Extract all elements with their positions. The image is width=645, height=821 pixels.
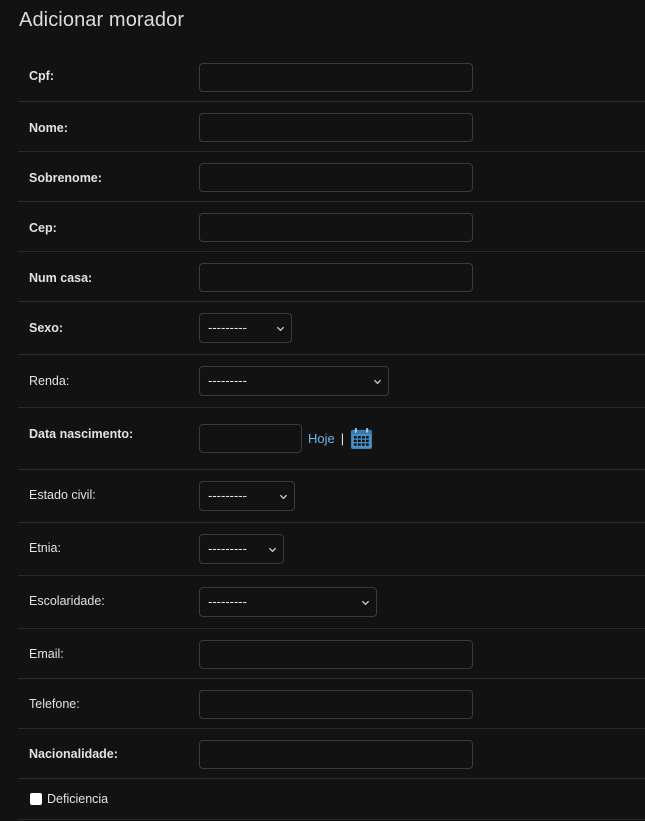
renda-selected-value: --------- — [208, 373, 247, 388]
form-row-sexo: Sexo: --------- — [18, 302, 645, 355]
today-link[interactable]: Hoje — [308, 431, 335, 446]
form-row-data-nascimento: Data nascimento: Hoje | — [18, 408, 645, 470]
sobrenome-input[interactable] — [199, 163, 473, 192]
form-row-nacionalidade: Nacionalidade: — [18, 729, 645, 779]
data-nascimento-label: Data nascimento: — [29, 427, 134, 441]
cep-label: Cep: — [29, 221, 57, 235]
etnia-selected-value: --------- — [208, 541, 247, 556]
add-resident-form: Cpf: Nome: Sobrenome: Cep: Num casa: Sex… — [18, 50, 645, 820]
sobrenome-label: Sobrenome: — [29, 171, 102, 185]
escolaridade-label: Escolaridade: — [29, 594, 105, 608]
form-row-nome: Nome: — [18, 102, 645, 152]
nome-label: Nome: — [29, 121, 68, 135]
nacionalidade-input[interactable] — [199, 740, 473, 769]
escolaridade-selected-value: --------- — [208, 594, 247, 609]
chevron-down-icon — [361, 600, 370, 606]
link-separator: | — [340, 431, 345, 446]
nacionalidade-label: Nacionalidade: — [29, 747, 118, 761]
form-row-deficiencia: Deficiencia — [18, 779, 645, 820]
deficiencia-checkbox[interactable] — [30, 793, 42, 805]
page-title: Adicionar morador — [19, 9, 185, 31]
sexo-select[interactable]: --------- — [199, 313, 292, 343]
num-casa-label: Num casa: — [29, 271, 93, 285]
form-row-cpf: Cpf: — [18, 50, 645, 102]
escolaridade-select[interactable]: --------- — [199, 587, 377, 617]
renda-select[interactable]: --------- — [199, 366, 389, 396]
deficiencia-label[interactable]: Deficiencia — [47, 792, 108, 806]
email-input[interactable] — [199, 640, 473, 669]
estado-civil-selected-value: --------- — [208, 488, 247, 503]
nome-input[interactable] — [199, 113, 473, 142]
chevron-down-icon — [373, 379, 382, 385]
calendar-icon[interactable] — [350, 427, 373, 450]
form-row-escolaridade: Escolaridade: --------- — [18, 576, 645, 629]
telefone-label: Telefone: — [29, 697, 80, 711]
chevron-down-icon — [276, 326, 285, 332]
form-row-email: Email: — [18, 629, 645, 679]
etnia-select[interactable]: --------- — [199, 534, 284, 564]
sexo-selected-value: --------- — [208, 320, 247, 335]
chevron-down-icon — [268, 547, 277, 553]
cpf-input[interactable] — [199, 63, 473, 92]
form-row-renda: Renda: --------- — [18, 355, 645, 408]
form-row-num-casa: Num casa: — [18, 252, 645, 302]
chevron-down-icon — [279, 494, 288, 500]
data-nascimento-input[interactable] — [199, 424, 302, 453]
cep-input[interactable] — [199, 213, 473, 242]
form-row-sobrenome: Sobrenome: — [18, 152, 645, 202]
num-casa-input[interactable] — [199, 263, 473, 292]
form-row-cep: Cep: — [18, 202, 645, 252]
cpf-label: Cpf: — [29, 69, 54, 83]
email-label: Email: — [29, 647, 64, 661]
form-row-estado-civil: Estado civil: --------- — [18, 470, 645, 523]
renda-label: Renda: — [29, 374, 70, 388]
form-row-etnia: Etnia: --------- — [18, 523, 645, 576]
telefone-input[interactable] — [199, 690, 473, 719]
estado-civil-select[interactable]: --------- — [199, 481, 295, 511]
form-row-telefone: Telefone: — [18, 679, 645, 729]
estado-civil-label: Estado civil: — [29, 488, 96, 502]
etnia-label: Etnia: — [29, 541, 61, 555]
sexo-label: Sexo: — [29, 321, 64, 335]
